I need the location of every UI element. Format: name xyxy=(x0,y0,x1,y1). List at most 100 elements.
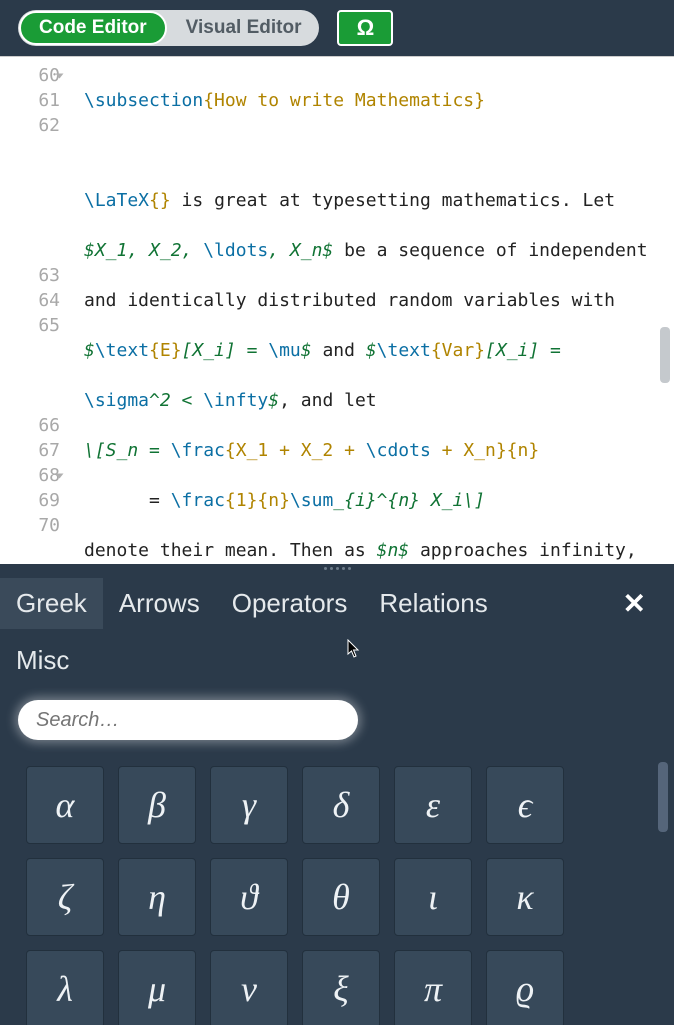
splitter-handle-icon xyxy=(324,567,351,570)
token-arg: {} xyxy=(149,190,171,211)
line-number xyxy=(4,238,60,263)
line-number: 69 xyxy=(4,488,60,513)
token-arg: {How to write Mathematics} xyxy=(203,90,485,111)
token-cmd: \ldots xyxy=(203,240,268,261)
code-editor-tab[interactable]: Code Editor xyxy=(19,11,167,45)
palette-scrollbar-thumb[interactable] xyxy=(658,762,668,832)
symbol-vartheta[interactable]: ϑ xyxy=(210,858,288,936)
tab-relations[interactable]: Relations xyxy=(363,578,503,629)
symbol-search-input[interactable] xyxy=(18,700,358,740)
symbol-iota[interactable]: ι xyxy=(394,858,472,936)
token-cmd: \LaTeX xyxy=(84,190,149,211)
line-number xyxy=(4,363,60,388)
symbol-eta[interactable]: η xyxy=(118,858,196,936)
token-math: _{i}^{n} X_i\] xyxy=(333,490,485,511)
token-math: $ xyxy=(268,390,279,411)
token-cmd: \mu xyxy=(268,340,301,361)
pane-splitter[interactable] xyxy=(0,564,674,572)
token-math: \[S_n = xyxy=(84,440,171,461)
token-cmd: \sigma xyxy=(84,390,149,411)
symbol-tabs-row2: Misc xyxy=(0,629,674,686)
token-math: $ xyxy=(366,340,377,361)
close-palette-button[interactable]: ✕ xyxy=(609,579,660,628)
token-text: be a sequence of independent xyxy=(333,240,658,261)
line-number: 63 xyxy=(4,263,60,288)
palette-scrollbar[interactable] xyxy=(656,758,670,1025)
token-arg: {1}{n} xyxy=(225,490,290,511)
symbol-varepsilon[interactable]: ϵ xyxy=(486,766,564,844)
line-number: 62 xyxy=(4,113,60,138)
token-math: [X_i] = xyxy=(182,340,269,361)
tab-misc[interactable]: Misc xyxy=(0,635,85,686)
token-cmd: \cdots xyxy=(366,440,431,461)
code-content[interactable]: \subsection{How to write Mathematics} \L… xyxy=(70,57,674,564)
token-arg: + X_n}{n} xyxy=(431,440,539,461)
line-number: 60 xyxy=(4,63,60,88)
omega-icon: Ω xyxy=(357,15,375,41)
token-math: ^2 < xyxy=(149,390,203,411)
symbol-epsilon[interactable]: ε xyxy=(394,766,472,844)
token-math: $X_1, X_2, xyxy=(84,240,203,261)
editor-scrollbar-thumb[interactable] xyxy=(660,327,670,383)
tab-operators[interactable]: Operators xyxy=(216,578,364,629)
line-number xyxy=(4,188,60,213)
line-number: 61 xyxy=(4,88,60,113)
symbol-zeta[interactable]: ζ xyxy=(26,858,104,936)
token-math: $ xyxy=(301,340,312,361)
symbol-nu[interactable]: ν xyxy=(210,950,288,1025)
line-number: 65 xyxy=(4,313,60,338)
symbol-kappa[interactable]: κ xyxy=(486,858,564,936)
token-cmd: \sum xyxy=(290,490,333,511)
line-number: 64 xyxy=(4,288,60,313)
token-math: $n$ xyxy=(377,540,410,561)
symbol-mu[interactable]: μ xyxy=(118,950,196,1025)
symbol-grid: α β γ δ ε ϵ ζ η ϑ θ ι κ λ μ ν ξ π ϱ xyxy=(0,758,674,1025)
token-math: , X_n$ xyxy=(268,240,333,261)
line-number xyxy=(4,213,60,238)
editor-scrollbar[interactable] xyxy=(658,57,672,564)
symbol-search-wrap xyxy=(0,686,674,758)
token-text: = xyxy=(84,490,171,511)
symbol-delta[interactable]: δ xyxy=(302,766,380,844)
token-arg: {X_1 + X_2 + xyxy=(225,440,366,461)
symbol-xi[interactable]: ξ xyxy=(302,950,380,1025)
token-cmd: \frac xyxy=(171,440,225,461)
tab-arrows[interactable]: Arrows xyxy=(103,578,216,629)
tab-greek[interactable]: Greek xyxy=(0,578,103,629)
token-text: and xyxy=(312,340,366,361)
line-number xyxy=(4,338,60,363)
symbol-pi[interactable]: π xyxy=(394,950,472,1025)
token-text: , and let xyxy=(279,390,377,411)
token-math: [X_i] = xyxy=(485,340,572,361)
token-arg: {E} xyxy=(149,340,182,361)
line-number xyxy=(4,138,60,163)
token-math: $ xyxy=(84,340,95,361)
line-gutter: 60 61 62 63 64 65 66 67 68 69 70 xyxy=(0,57,70,564)
line-number xyxy=(4,163,60,188)
symbol-theta[interactable]: θ xyxy=(302,858,380,936)
symbol-palette-button[interactable]: Ω xyxy=(337,10,393,46)
token-cmd: \frac xyxy=(171,490,225,511)
token-cmd: \infty xyxy=(203,390,268,411)
token-cmd: \text xyxy=(377,340,431,361)
code-editor[interactable]: 60 61 62 63 64 65 66 67 68 69 70 \subsec… xyxy=(0,56,674,564)
line-number: 66 xyxy=(4,413,60,438)
line-number: 70 xyxy=(4,513,60,538)
line-number: 67 xyxy=(4,438,60,463)
symbol-tabs: Greek Arrows Operators Relations ✕ xyxy=(0,572,674,629)
symbol-lambda[interactable]: λ xyxy=(26,950,104,1025)
line-number xyxy=(4,388,60,413)
symbol-beta[interactable]: β xyxy=(118,766,196,844)
symbol-alpha[interactable]: α xyxy=(26,766,104,844)
token-text: is great at typesetting mathematics. Let xyxy=(171,190,626,211)
symbol-palette: Greek Arrows Operators Relations ✕ Misc … xyxy=(0,572,674,1025)
line-number: 68 xyxy=(4,463,60,488)
visual-editor-tab[interactable]: Visual Editor xyxy=(168,10,320,46)
token-text: denote their mean. Then as xyxy=(84,540,377,561)
symbol-gamma[interactable]: γ xyxy=(210,766,288,844)
symbol-varrho[interactable]: ϱ xyxy=(486,950,564,1025)
token-cmd: \subsection xyxy=(84,90,203,111)
top-toolbar: Code Editor Visual Editor Ω xyxy=(0,0,674,56)
token-cmd: \text xyxy=(95,340,149,361)
close-icon: ✕ xyxy=(623,588,646,619)
